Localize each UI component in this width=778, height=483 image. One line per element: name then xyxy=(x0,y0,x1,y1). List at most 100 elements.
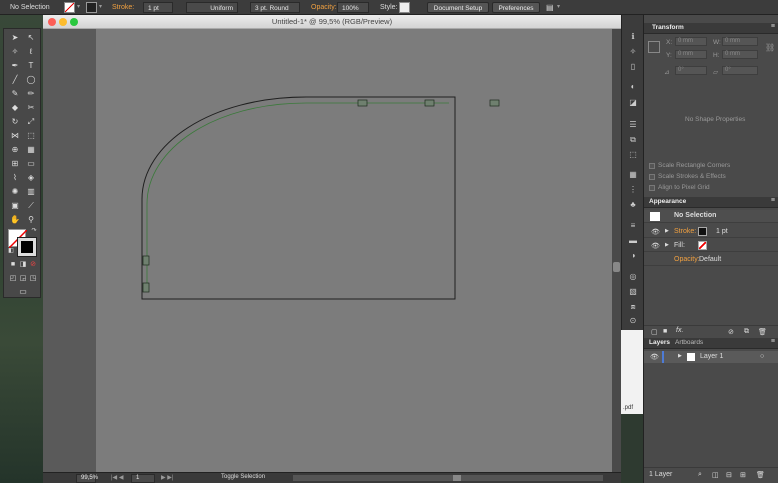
expand-arrow-icon[interactable]: ▶ xyxy=(665,228,669,234)
magic-wand-tool-icon[interactable]: ✧ xyxy=(9,47,21,57)
direct-selection-tool-icon[interactable]: ↖ xyxy=(25,33,37,43)
default-colors-icon[interactable]: ◧ xyxy=(5,246,17,256)
gradient-panel-icon[interactable]: ▬ xyxy=(627,235,639,246)
delete-layer-icon[interactable]: 🗑 xyxy=(756,471,765,479)
layer-name[interactable]: Layer 1 xyxy=(700,353,723,360)
locate-object-icon[interactable]: ⌕ xyxy=(698,471,702,479)
preferences-button[interactable]: Preferences xyxy=(492,2,540,13)
swatches-icon[interactable]: ▦ xyxy=(627,169,639,180)
anchor-point[interactable] xyxy=(357,99,368,107)
selection-tool-icon[interactable]: ➤ xyxy=(9,33,21,43)
h-field[interactable]: 0 mm xyxy=(722,50,758,59)
clear-appearance-icon[interactable]: ⊘ xyxy=(728,328,734,336)
appearance-fill-row[interactable]: 👁 ▶ Fill: xyxy=(644,239,778,252)
expand-arrow-icon[interactable]: ▶ xyxy=(678,353,682,359)
panel-menu-icon[interactable]: ≡ xyxy=(771,23,775,30)
perspective-grid-tool-icon[interactable]: ▦ xyxy=(25,145,37,155)
x-field[interactable]: 0 mm xyxy=(675,37,707,46)
eraser-tool-icon[interactable]: ◆ xyxy=(9,103,21,113)
fill-none-swatch[interactable] xyxy=(698,241,707,250)
status-text[interactable]: Toggle Selection xyxy=(221,474,265,480)
appearance-stroke-label[interactable]: Stroke: xyxy=(674,228,696,235)
graphic-styles-icon[interactable]: ▧ xyxy=(627,286,639,297)
document-setup-button[interactable]: Document Setup xyxy=(427,2,489,13)
anchor-point[interactable] xyxy=(142,255,150,266)
paintbrush-tool-icon[interactable]: ✎ xyxy=(9,89,21,99)
shear-field[interactable]: 0° xyxy=(722,66,758,75)
slice-tool-icon[interactable]: ⟋ xyxy=(25,201,37,211)
panel-menu-icon[interactable]: ≡ xyxy=(771,338,775,345)
opacity-field[interactable]: 100% xyxy=(337,2,369,13)
eyedropper-tool-icon[interactable]: ⌇ xyxy=(9,173,21,183)
appearance-opacity-row[interactable]: Opacity: Default xyxy=(644,253,778,266)
artboards-icon[interactable]: ⊙ xyxy=(627,315,639,326)
new-layer-icon[interactable]: ⊞ xyxy=(740,471,746,479)
appearance-stroke-value[interactable]: 1 pt xyxy=(716,228,728,235)
mesh-tool-icon[interactable]: ⊞ xyxy=(9,159,21,169)
zoom-window-icon[interactable] xyxy=(70,18,78,26)
stroke-swatch[interactable] xyxy=(86,2,97,13)
layers-icon[interactable]: ⧈ xyxy=(627,301,639,312)
next-artboard-icon[interactable]: ▶ ▶| xyxy=(161,474,173,481)
document-info-icon[interactable]: ▯ xyxy=(627,61,639,72)
stroke-dropdown-icon[interactable]: ▾ xyxy=(99,2,102,13)
target-icon[interactable]: ○ xyxy=(760,353,764,360)
transform-panel-icon[interactable]: ⬚ xyxy=(627,149,639,160)
arrange-documents-icon[interactable]: ▤ xyxy=(546,2,554,13)
add-stroke-icon[interactable]: ▢ xyxy=(651,328,658,336)
scale-tool-icon[interactable]: ⤢ xyxy=(25,117,37,127)
scale-corners-checkbox[interactable] xyxy=(649,163,655,169)
reference-point-icon[interactable] xyxy=(648,41,660,53)
layer-row[interactable]: 👁 ▶ Layer 1 ○ xyxy=(644,351,778,363)
visibility-eye-icon[interactable]: 👁 xyxy=(651,228,660,236)
anchor-point[interactable] xyxy=(142,282,150,293)
appearance-icon[interactable]: ◎ xyxy=(627,271,639,282)
artboard-navigation-field[interactable]: 1 xyxy=(131,474,155,483)
close-window-icon[interactable] xyxy=(48,18,56,26)
add-effect-icon[interactable]: fx. xyxy=(676,327,683,334)
stroke-weight-field[interactable]: 1 pt xyxy=(143,2,173,13)
appearance-stroke-row[interactable]: 👁 ▶ Stroke: 1 pt xyxy=(644,225,778,238)
align-pixel-checkbox[interactable] xyxy=(649,185,655,191)
pencil-tool-icon[interactable]: ✏ xyxy=(25,89,37,99)
hand-tool-icon[interactable]: ✋ xyxy=(9,215,21,225)
swap-fill-stroke-icon[interactable]: ↷ xyxy=(28,226,40,236)
transform-tab[interactable]: Transform xyxy=(652,23,684,33)
info-icon[interactable]: ℹ xyxy=(627,31,639,42)
rotate-tool-icon[interactable]: ↻ xyxy=(9,117,21,127)
minimize-window-icon[interactable] xyxy=(59,18,67,26)
rounded-path[interactable] xyxy=(141,96,456,300)
appearance-opacity-label[interactable]: Opacity: xyxy=(674,256,700,263)
clipping-mask-icon[interactable]: ◫ xyxy=(712,471,719,479)
stroke-label[interactable]: Stroke: xyxy=(112,2,134,13)
panel-menu-icon[interactable]: ≡ xyxy=(771,197,775,204)
new-sublayer-icon[interactable]: ⊟ xyxy=(726,471,732,479)
transparency-icon[interactable]: ◑ xyxy=(627,250,639,261)
navigator-icon[interactable]: ✧ xyxy=(627,46,639,57)
stroke-indicator[interactable] xyxy=(17,237,37,257)
artboard-canvas[interactable] xyxy=(96,29,612,472)
brush-definition[interactable]: 3 pt. Round xyxy=(250,2,300,13)
align-icon[interactable]: ☰ xyxy=(627,119,639,130)
gradient-tool-icon[interactable]: ▭ xyxy=(25,159,37,169)
appearance-tab[interactable]: Appearance xyxy=(649,197,686,207)
constrain-proportions-icon[interactable]: ⛓ xyxy=(765,43,775,52)
artboards-tab[interactable]: Artboards xyxy=(675,338,703,348)
visibility-eye-icon[interactable]: 👁 xyxy=(650,353,659,361)
y-field[interactable]: 0 mm xyxy=(675,50,707,59)
brushes-icon[interactable]: ⋮ xyxy=(627,184,639,195)
delete-item-icon[interactable]: 🗑 xyxy=(758,328,767,336)
vertical-scrollbar[interactable] xyxy=(612,29,621,472)
type-tool-icon[interactable]: T xyxy=(25,61,37,71)
duplicate-item-icon[interactable]: ⧉ xyxy=(744,328,749,336)
style-swatch[interactable] xyxy=(399,2,410,13)
opacity-label[interactable]: Opacity: xyxy=(311,2,337,13)
first-artboard-icon[interactable]: |◀ ◀ xyxy=(111,474,123,481)
free-transform-tool-icon[interactable]: ⬚ xyxy=(25,131,37,141)
blend-tool-icon[interactable]: ◈ xyxy=(25,173,37,183)
draw-inside-icon[interactable]: ◳ xyxy=(27,274,39,284)
scissors-tool-icon[interactable]: ✂ xyxy=(25,103,37,113)
horizontal-scroll-thumb[interactable] xyxy=(453,475,461,481)
symbols-icon[interactable]: ♣ xyxy=(627,199,639,210)
horizontal-scrollbar[interactable] xyxy=(293,475,603,481)
